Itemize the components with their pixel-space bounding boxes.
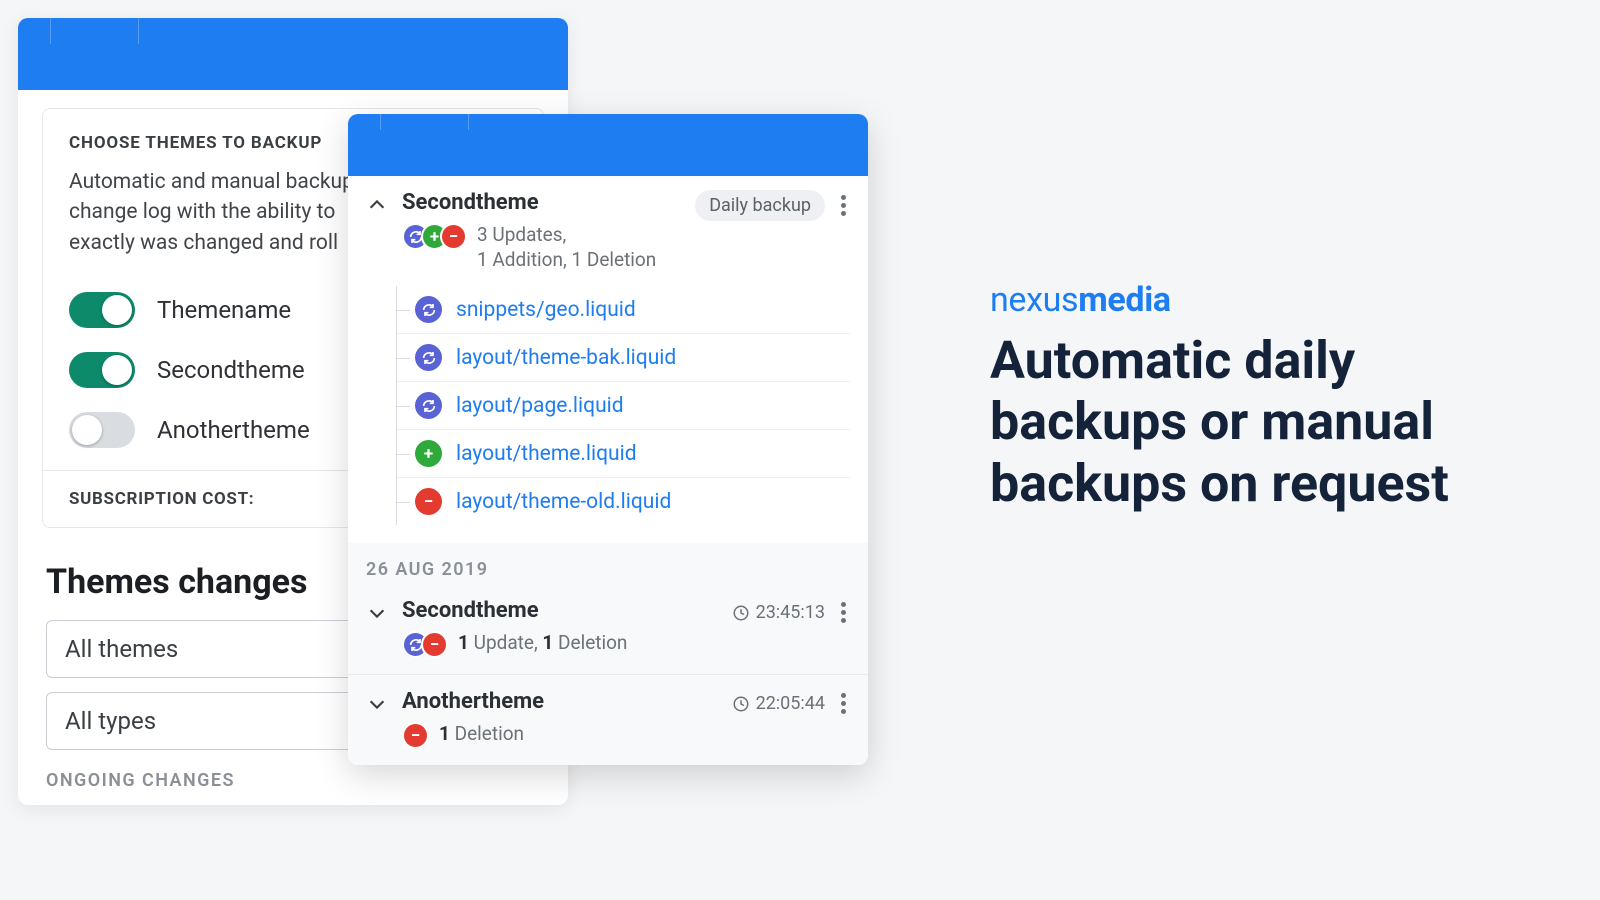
- add-icon: +: [415, 440, 442, 467]
- chevron-up-icon[interactable]: [366, 194, 388, 216]
- card-header-blue: [18, 18, 568, 90]
- change-type-icons: −: [402, 631, 448, 658]
- changed-file-item[interactable]: + layout/theme.liquid: [397, 429, 850, 477]
- change-entry-collapsed: Secondtheme − 1 Update, 1 Deletion 23:45…: [348, 584, 868, 674]
- theme-name-label: Secondtheme: [157, 356, 305, 384]
- update-icon: [415, 344, 442, 371]
- promo-heading: Automatic daily backups or manual backup…: [990, 330, 1520, 514]
- file-name-link[interactable]: layout/theme.liquid: [456, 442, 637, 466]
- delete-icon: −: [415, 488, 442, 515]
- file-name-link[interactable]: layout/theme-bak.liquid: [456, 346, 676, 370]
- delete-icon: [440, 223, 467, 250]
- theme-name-label: Themename: [157, 296, 291, 324]
- change-entry-summary: 1 Update, 1 Deletion: [458, 631, 627, 656]
- theme-toggle[interactable]: [69, 412, 135, 448]
- file-name-link[interactable]: layout/theme-old.liquid: [456, 490, 671, 514]
- chevron-down-icon[interactable]: [366, 602, 388, 624]
- changed-file-item[interactable]: layout/theme-bak.liquid: [397, 333, 850, 381]
- change-entry-title: Secondtheme: [402, 190, 681, 215]
- changed-file-item[interactable]: layout/page.liquid: [397, 381, 850, 429]
- change-entry-collapsed: Anothertheme − 1 Deletion 22:05:44: [348, 674, 868, 765]
- change-entry-summary: 3 Updates,1 Addition, 1 Deletion: [477, 223, 656, 272]
- brand-bold: media: [1078, 280, 1170, 320]
- delete-icon: −: [402, 722, 429, 749]
- change-entry-summary: 1 Deletion: [439, 722, 524, 747]
- file-name-link[interactable]: snippets/geo.liquid: [456, 298, 636, 322]
- brand-logo: nexusmedia: [990, 280, 1520, 320]
- changes-detail-card: Secondtheme 3 Updates,1 Addition, 1 Dele…: [348, 114, 868, 765]
- brand-light: nexus: [990, 280, 1078, 320]
- delete-icon: −: [421, 631, 448, 658]
- timestamp: 23:45:13: [732, 602, 825, 623]
- more-menu-icon[interactable]: [837, 191, 850, 220]
- daily-backup-badge: Daily backup: [695, 190, 825, 221]
- changes-date-label: 26 AUG 2019: [348, 543, 868, 584]
- changed-file-item[interactable]: snippets/geo.liquid: [397, 286, 850, 333]
- chevron-down-icon[interactable]: [366, 693, 388, 715]
- update-icon: [415, 296, 442, 323]
- theme-toggle[interactable]: [69, 352, 135, 388]
- timestamp: 22:05:44: [732, 693, 825, 714]
- promo-panel: nexusmedia Automatic daily backups or ma…: [990, 280, 1520, 514]
- change-type-icons: −: [402, 722, 429, 749]
- more-menu-icon[interactable]: [837, 598, 850, 627]
- ongoing-changes-label: ONGOING CHANGES: [46, 770, 540, 791]
- theme-name-label: Anothertheme: [157, 416, 310, 444]
- update-icon: [415, 392, 442, 419]
- more-menu-icon[interactable]: [837, 689, 850, 718]
- file-name-link[interactable]: layout/page.liquid: [456, 394, 624, 418]
- clock-icon: [732, 695, 750, 713]
- change-entry-title: Secondtheme: [402, 598, 718, 623]
- change-type-icons: [402, 223, 467, 250]
- theme-toggle[interactable]: [69, 292, 135, 328]
- clock-icon: [732, 604, 750, 622]
- change-entry-title: Anothertheme: [402, 689, 718, 714]
- changed-files-list: snippets/geo.liquid layout/theme-bak.liq…: [396, 286, 850, 525]
- detail-card-header-blue: [348, 114, 868, 176]
- changed-file-item[interactable]: − layout/theme-old.liquid: [397, 477, 850, 525]
- change-entry-expanded: Secondtheme 3 Updates,1 Addition, 1 Dele…: [348, 176, 868, 543]
